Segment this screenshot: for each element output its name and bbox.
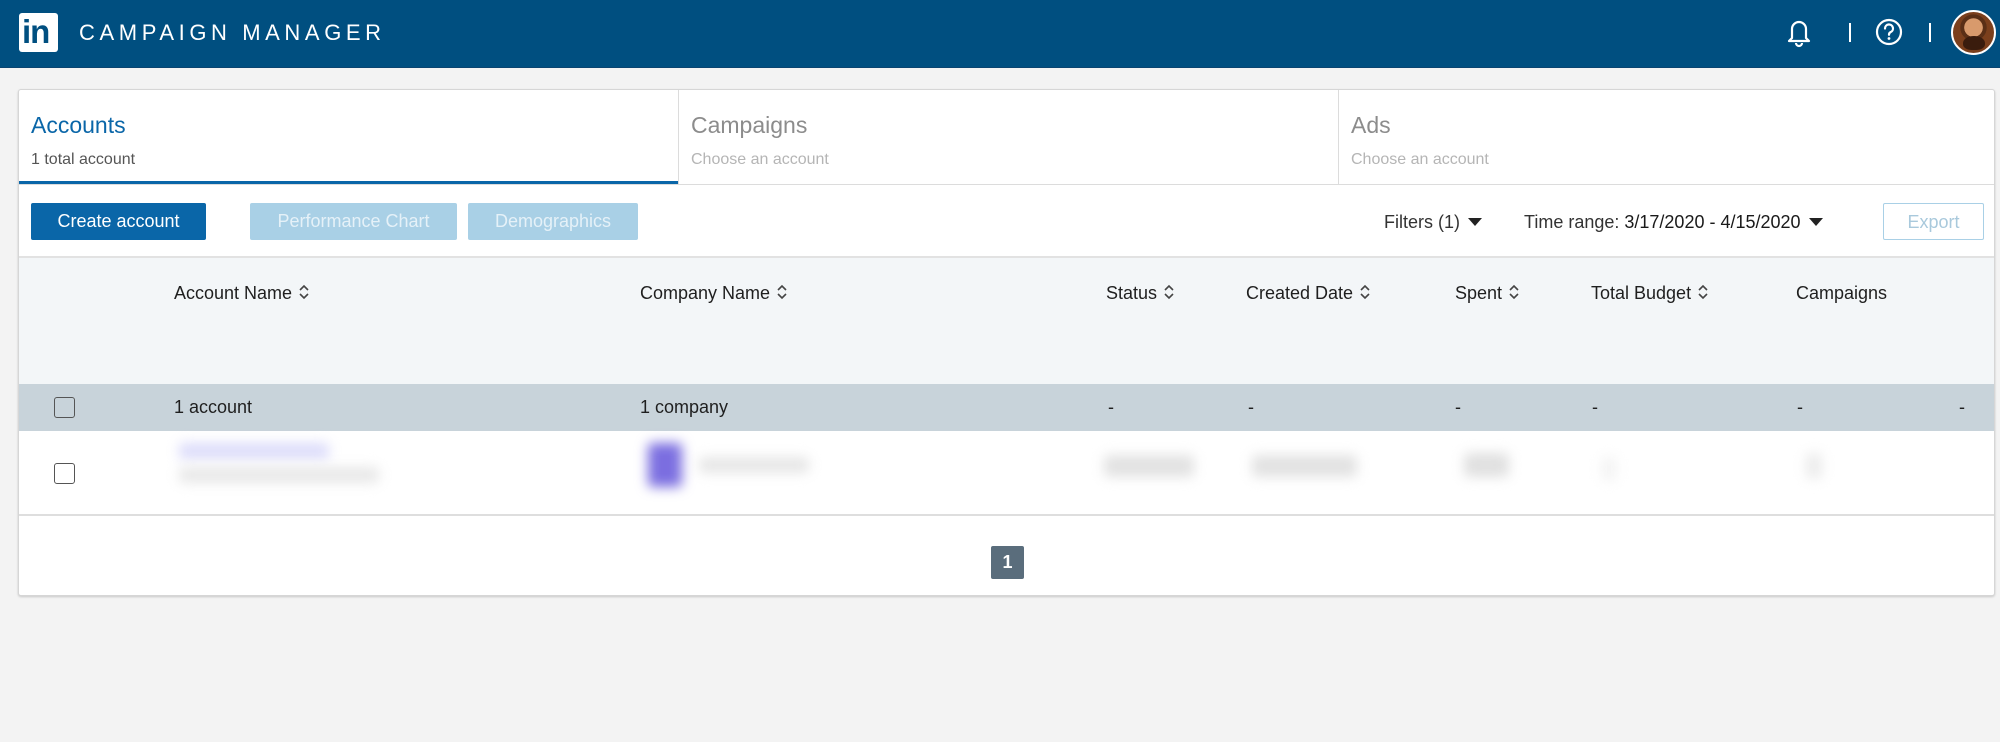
create-account-button[interactable]: Create account [31, 203, 206, 240]
summary-campaigns: - [1797, 397, 1803, 417]
tab-campaigns[interactable]: Campaigns Choose an account [678, 90, 1338, 185]
caret-down-icon [1808, 218, 1823, 227]
column-header-campaigns: Campaigns [1796, 283, 1888, 303]
tab-accounts[interactable]: Accounts 1 total account [19, 90, 678, 184]
sort-icon [1164, 285, 1174, 300]
help-icon[interactable] [1874, 16, 1904, 48]
tab-title: Accounts [31, 112, 126, 138]
redacted-company-name [699, 457, 809, 473]
tab-subtitle: Choose an account [691, 151, 829, 168]
avatar[interactable] [1951, 10, 1996, 55]
column-header-account-name[interactable]: Account Name [174, 281, 310, 305]
page-button[interactable]: 1 [991, 546, 1024, 579]
summary-status: - [1108, 397, 1114, 417]
column-header-created-date[interactable]: Created Date [1246, 281, 1371, 305]
select-all-checkbox[interactable] [54, 397, 75, 418]
column-header-company-name[interactable]: Company Name [640, 281, 788, 305]
sort-icon [299, 285, 309, 300]
summary-total-budget: - [1592, 397, 1598, 417]
sort-icon [1509, 285, 1519, 300]
summary-created-date: - [1248, 397, 1254, 417]
demographics-button[interactable]: Demographics [468, 203, 638, 240]
redacted-total-budget [1602, 457, 1616, 481]
redacted-account-name-link[interactable] [179, 443, 329, 459]
summary-company-count: 1 company [640, 397, 729, 417]
row-checkbox[interactable] [54, 463, 75, 484]
time-range-label: Time range: [1524, 212, 1620, 232]
sort-icon [777, 285, 787, 300]
tab-title: Campaigns [691, 112, 808, 138]
accounts-panel: Accounts 1 total account Campaigns Choos… [18, 89, 1995, 596]
redacted-spent [1464, 453, 1509, 477]
redacted-campaigns [1806, 453, 1822, 479]
sort-icon [1698, 285, 1708, 300]
column-header-spent[interactable]: Spent [1455, 281, 1520, 305]
summary-spent: - [1455, 397, 1461, 417]
column-header-total-budget[interactable]: Total Budget [1591, 281, 1709, 305]
tab-subtitle: Choose an account [1351, 151, 1489, 168]
entity-tabs: Accounts 1 total account Campaigns Choos… [19, 90, 1994, 185]
filters-label: Filters (1) [1384, 212, 1460, 232]
linkedin-logo[interactable]: in [19, 13, 58, 52]
redacted-company-logo [648, 443, 682, 487]
table-row [19, 431, 1994, 516]
redacted-account-id [179, 467, 379, 483]
table-header: Account Name Company Name Status Created… [19, 258, 1994, 458]
pagination: 1 [19, 516, 1994, 595]
filters-dropdown[interactable]: Filters (1) [1384, 210, 1482, 234]
export-button[interactable]: Export [1883, 203, 1984, 240]
header-divider [1849, 23, 1851, 42]
time-range-dropdown[interactable]: Time range: 3/17/2020 - 4/15/2020 [1524, 210, 1823, 234]
top-navigation-bar: in CAMPAIGN MANAGER [0, 0, 2000, 68]
summary-extra: - [1959, 397, 1965, 417]
bell-icon[interactable] [1784, 16, 1814, 48]
header-divider [1929, 23, 1931, 42]
tab-ads[interactable]: Ads Choose an account [1338, 90, 1994, 185]
sort-icon [1360, 285, 1370, 300]
redacted-status [1104, 455, 1194, 477]
caret-down-icon [1468, 218, 1482, 227]
performance-chart-button[interactable]: Performance Chart [250, 203, 457, 240]
redacted-created-date [1252, 455, 1357, 477]
column-header-status[interactable]: Status [1106, 281, 1175, 305]
summary-account-count: 1 account [174, 397, 253, 417]
time-range-value: 3/17/2020 - 4/15/2020 [1624, 212, 1801, 232]
tab-subtitle: 1 total account [31, 151, 136, 168]
toolbar: Create account Performance Chart Demogra… [19, 185, 1994, 258]
summary-row: 1 account 1 company - - - - - - [19, 384, 1994, 431]
app-title: CAMPAIGN MANAGER [79, 20, 386, 45]
tab-title: Ads [1351, 112, 1391, 138]
